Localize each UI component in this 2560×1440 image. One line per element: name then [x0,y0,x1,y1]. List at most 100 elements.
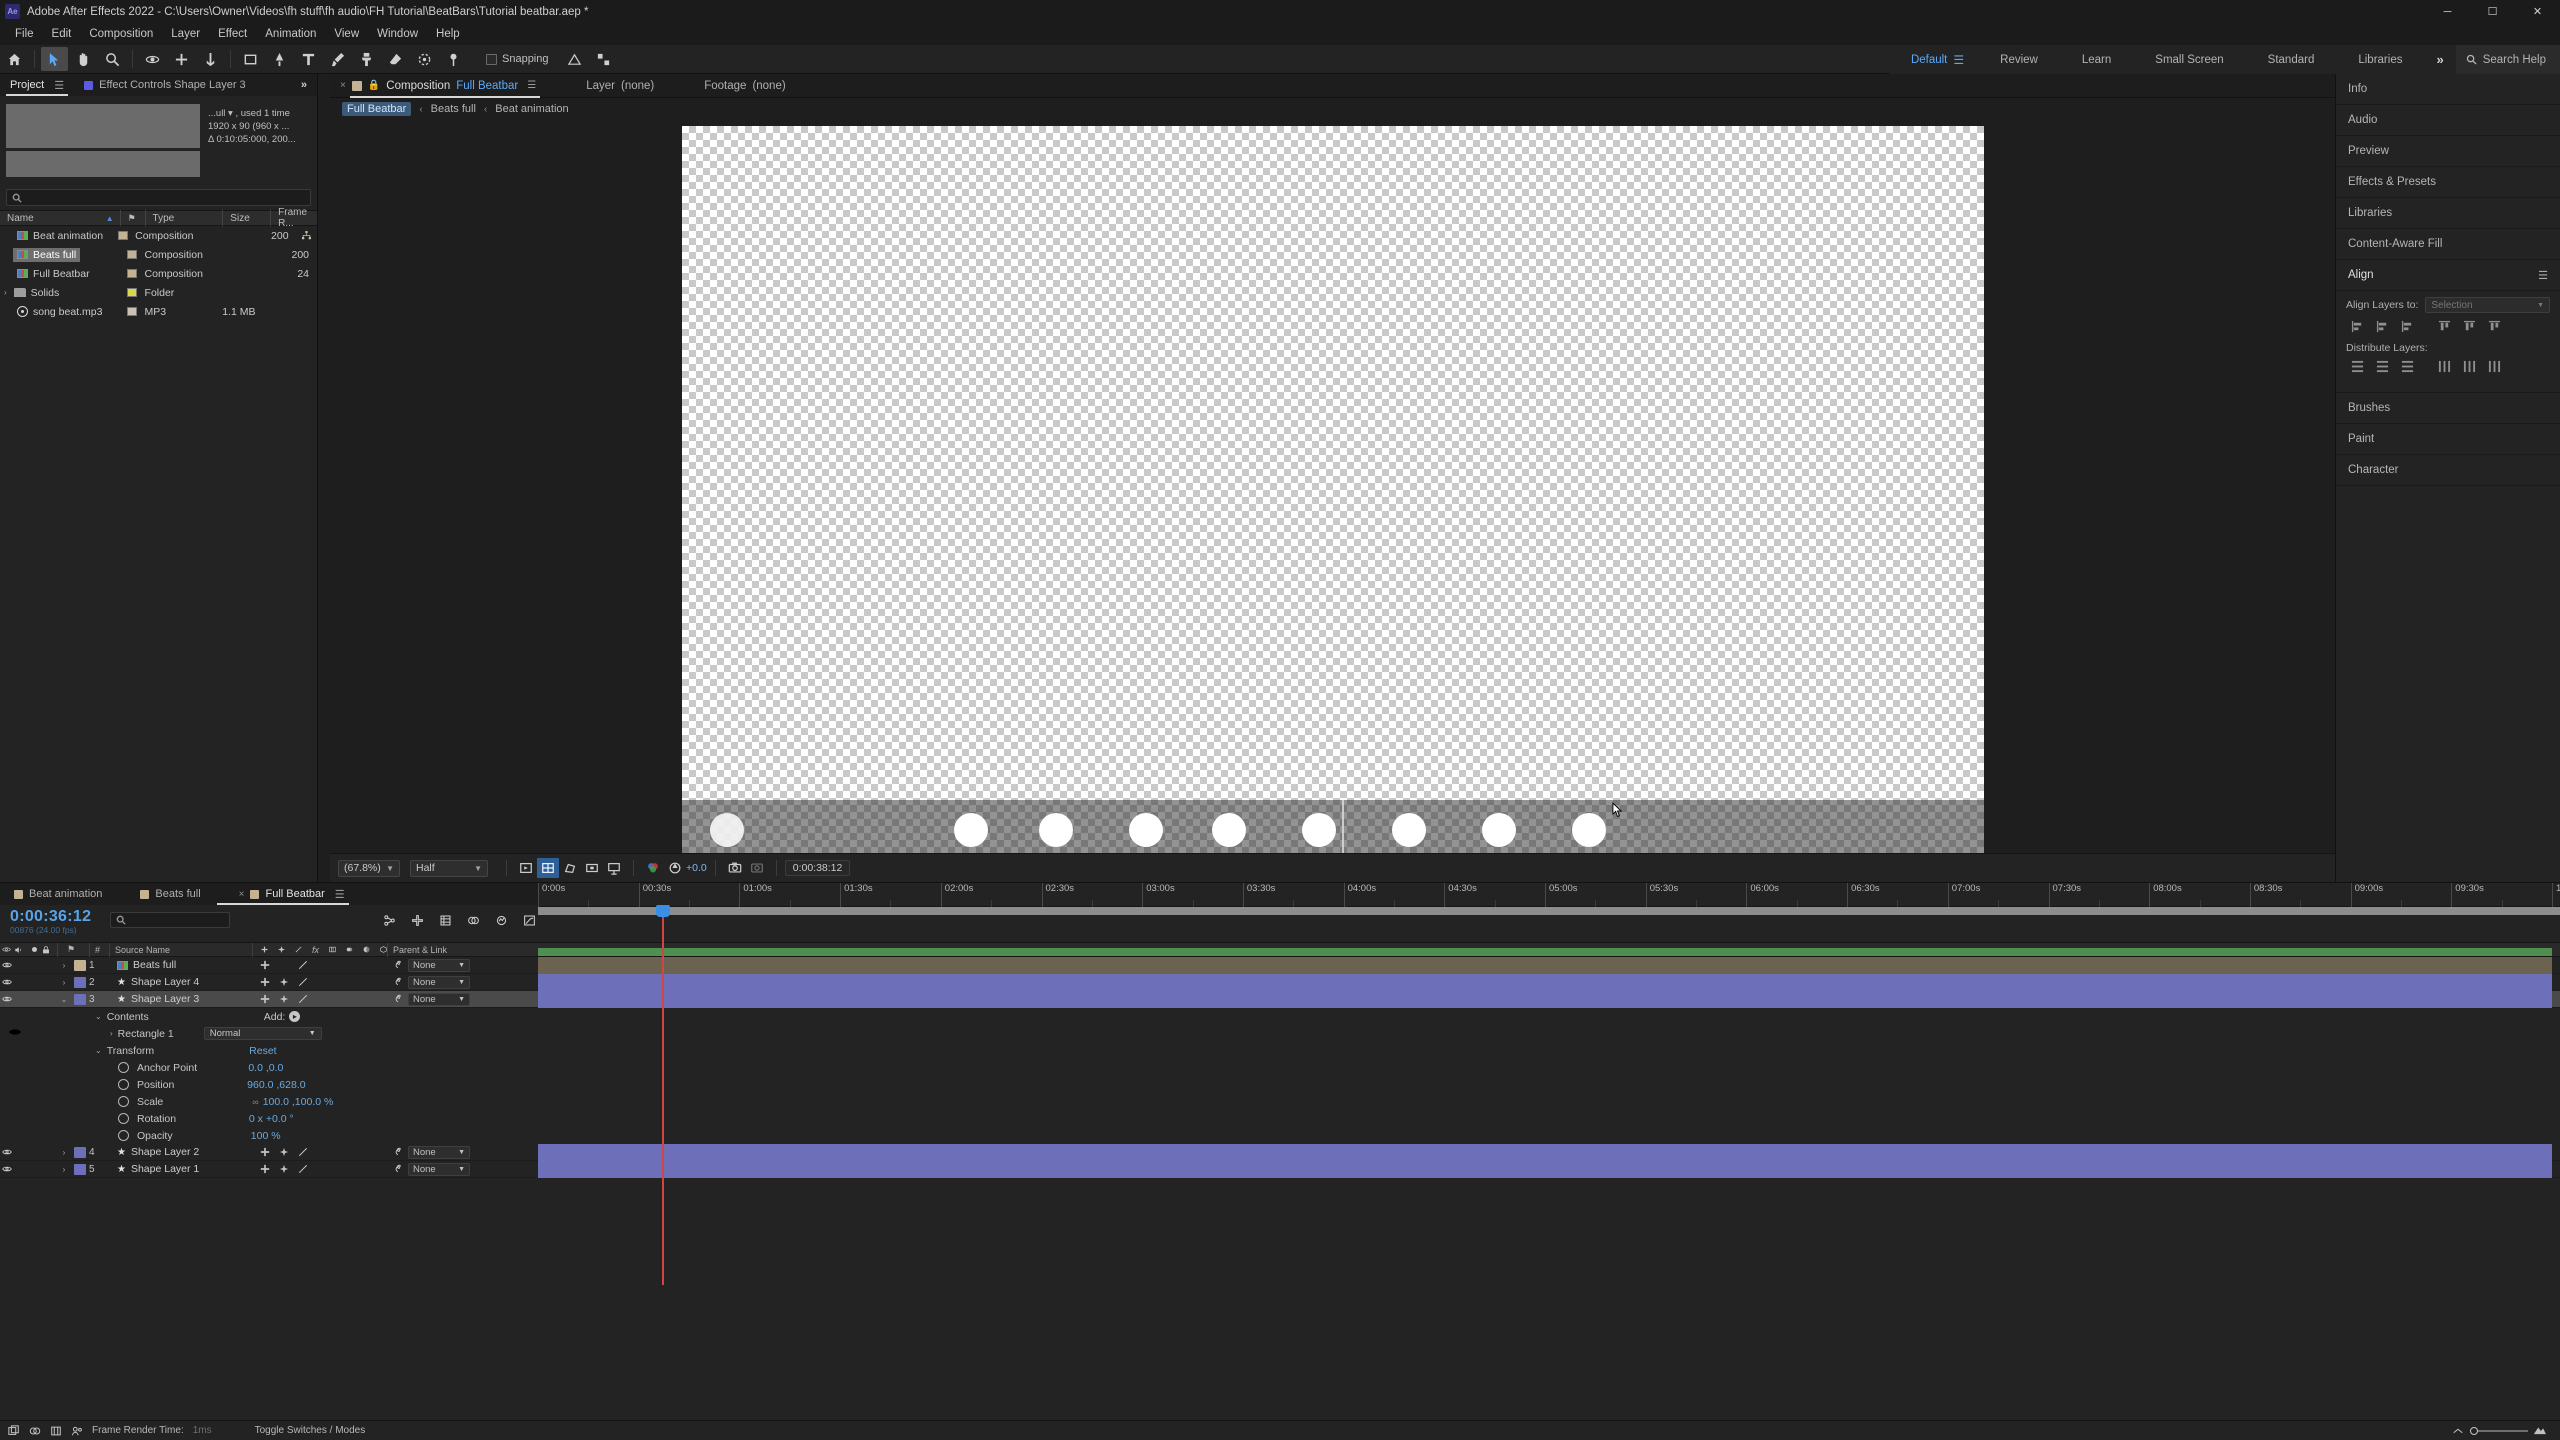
motion-blur-icon[interactable] [492,911,510,929]
layer-twirly[interactable]: › [57,1144,71,1161]
twirly-icon[interactable]: ⌄ [95,1046,107,1055]
layer-duration-bar[interactable] [538,991,2552,1008]
show-snapshot-icon[interactable] [746,858,768,878]
eye-icon[interactable] [2,1165,12,1173]
parent-link-select[interactable]: None ▼ [408,958,470,972]
label-color-swatch[interactable] [127,269,138,278]
align-left-icon[interactable] [2346,318,2368,335]
property-value[interactable]: 100.0 ,100.0 % [263,1096,334,1108]
region-of-interest-icon[interactable] [581,858,603,878]
parent-pickwhip-icon[interactable] [391,994,404,1004]
project-tabs-overflow-icon[interactable]: » [291,74,317,96]
project-item-row[interactable]: › Solids Folder [0,283,317,302]
layer-visibility-toggle[interactable] [0,961,14,969]
graph-editor-icon[interactable] [520,911,538,929]
rotation-tool[interactable] [197,47,224,71]
eye-icon[interactable] [2,961,12,969]
layer-color-swatch[interactable] [74,993,86,1005]
panel-menu-icon[interactable]: ☰ [335,888,345,901]
sidebar-panel-info[interactable]: Info [2336,74,2560,105]
align-bottom-icon[interactable] [2483,318,2505,335]
stopwatch-icon[interactable] [118,1079,129,1090]
parent-pickwhip-icon[interactable] [391,1164,404,1174]
sidebar-panel-character[interactable]: Character [2336,455,2560,486]
collapse-transformations-switch[interactable] [277,1147,290,1157]
timeline-tab-full-beatbar[interactable]: × Full Beatbar ☰ [211,883,355,905]
project-item-row[interactable]: song beat.mp3 MP3 1.1 MB [0,302,317,321]
panel-menu-icon[interactable]: ☰ [2538,269,2548,282]
align-right-icon[interactable] [2396,318,2418,335]
composition-timecode[interactable]: 0:00:38:12 [784,860,851,876]
shy-switch[interactable] [258,1147,271,1157]
zoom-level-select[interactable]: (67.8%) ▼ [338,859,400,877]
eye-icon[interactable] [2,978,12,986]
rectangle-label[interactable]: Rectangle 1 [118,1028,174,1040]
link-icon[interactable]: ∞ [252,1097,258,1107]
align-target-select[interactable]: Selection ▼ [2425,297,2550,313]
eye-icon[interactable] [2,995,12,1003]
close-icon[interactable]: × [239,889,245,900]
distribute-vertical-center-icon[interactable] [2371,358,2393,375]
layer-color-swatch[interactable] [74,959,86,971]
parent-link-select[interactable]: None ▼ [408,1162,470,1176]
parent-link-select[interactable]: None ▼ [408,992,470,1006]
distribute-bottom-icon[interactable] [2396,358,2418,375]
quality-switch[interactable] [296,994,309,1004]
workspace-default[interactable]: Default [1889,54,1953,66]
minimize-button[interactable]: ─ [2425,0,2470,23]
workspace-menu-icon[interactable]: ☰ [1953,53,1978,67]
snapshot-icon[interactable] [724,858,746,878]
zoom-in-icon[interactable] [2534,1425,2546,1437]
parent-link-select[interactable]: None ▼ [408,1145,470,1159]
snapping-control[interactable]: Snapping [486,53,549,65]
project-tab-project[interactable]: Project ☰ [0,74,74,96]
shy-switch[interactable] [258,960,271,970]
clone-stamp-tool[interactable] [353,47,380,71]
property-value[interactable]: 0.0 ,0.0 [248,1062,283,1074]
composition-canvas[interactable] [681,126,1984,859]
timeline-search-input[interactable] [110,912,230,928]
type-tool[interactable] [295,47,322,71]
project-item-name-cell[interactable]: Solids [10,286,64,300]
distribute-right-icon[interactable] [2483,358,2505,375]
timeline-zoom-slider[interactable] [2452,1425,2560,1437]
sidebar-panel-effects-presets[interactable]: Effects & Presets [2336,167,2560,198]
panel-menu-icon[interactable]: ☰ [54,79,64,92]
resolution-select[interactable]: Half ▼ [410,859,488,877]
project-item-name-cell[interactable]: Beat animation [13,229,107,243]
sort-arrow-icon[interactable]: ▲ [106,214,114,223]
layer-name[interactable]: Shape Layer 1 [131,1163,199,1175]
add-shape-icon[interactable]: ▸ [289,1011,301,1022]
brush-tool[interactable] [324,47,351,71]
layer-visibility-toggle[interactable] [0,1148,14,1156]
snapping-checkbox[interactable] [486,53,497,65]
menu-effect[interactable]: Effect [209,25,256,43]
exposure-value[interactable]: +0.0 [686,862,707,874]
sidebar-panel-paint[interactable]: Paint [2336,424,2560,455]
close-icon[interactable]: × [340,80,346,91]
layer-twirly[interactable]: › [57,957,71,974]
layer-name[interactable]: Beats full [133,959,176,971]
current-timecode[interactable]: 0:00:36:12 [0,905,91,925]
layer-twirly[interactable]: › [57,1161,71,1178]
mask-path-icon[interactable] [559,858,581,878]
layer-color-swatch[interactable] [74,1163,86,1175]
quality-switch[interactable] [296,1147,309,1157]
viewer-tab-composition[interactable]: × 🔒 Composition Full Beatbar ☰ [330,74,546,98]
workspace-libraries[interactable]: Libraries [2336,54,2424,66]
zoom-slider-track[interactable] [2470,1426,2528,1435]
work-area-bar[interactable] [538,907,2560,915]
distribute-horizontal-center-icon[interactable] [2458,358,2480,375]
draft-3d-icon[interactable] [408,911,426,929]
workspace-review[interactable]: Review [1978,54,2060,66]
layer-visibility-toggle[interactable] [0,995,14,1003]
fast-preview-icon[interactable] [515,858,537,878]
layer-duration-bar[interactable] [538,1161,2552,1178]
hand-tool[interactable] [70,47,97,71]
collapse-transformations-switch[interactable] [277,977,290,987]
project-item-name-cell[interactable]: Full Beatbar [13,267,94,281]
timeline-col-parent[interactable]: Parent & Link [393,945,447,955]
in-out-panel-icon[interactable] [50,1425,62,1437]
sidebar-panel-brushes[interactable]: Brushes [2336,393,2560,424]
transfer-controls-icon[interactable] [29,1425,41,1437]
